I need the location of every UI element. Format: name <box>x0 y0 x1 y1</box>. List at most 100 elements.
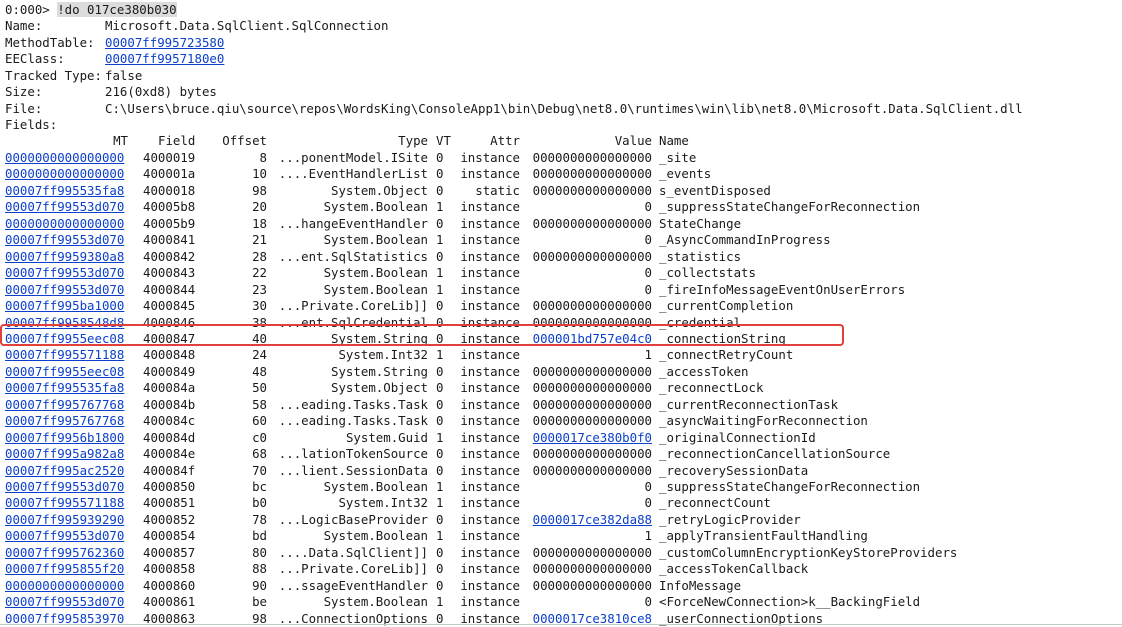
field-mt-link[interactable]: 00007ff99553d070 <box>5 232 124 248</box>
field-mt-link[interactable]: 00007ff9955eec08 <box>5 364 124 380</box>
table-row: 00007ff995767768 400084b 58 ...eading.Tasks… <box>0 397 1122 413</box>
field-mt-link[interactable]: 00007ff9958548d8 <box>5 315 124 331</box>
field-value[interactable]: 0000017ce380b0f0 <box>527 430 652 446</box>
debugger-console[interactable]: 0:000> !do 017ce380b030 Name: Microsoft.D… <box>0 0 1122 627</box>
field-offset: 23 <box>252 281 267 297</box>
table-row: 00007ff995571188 4000848 24 System.Int32 1 in… <box>0 347 1122 363</box>
field-value[interactable]: 000001bd757e04c0 <box>527 331 652 347</box>
info-label: EEClass: <box>5 51 65 66</box>
field-token: 400084c <box>143 413 196 429</box>
field-vt: 1 <box>436 528 444 544</box>
field-vt: 1 <box>436 495 444 511</box>
field-mt-link[interactable]: 00007ff995767768 <box>5 413 124 429</box>
field-mt-link[interactable]: 00007ff9956b1800 <box>5 430 124 446</box>
field-mt-link[interactable]: 00007ff995571188 <box>5 347 124 363</box>
info-value: C:\Users\bruce.qiu\source\repos\WordsKin… <box>105 100 1023 116</box>
field-name: _currentCompletion <box>659 298 794 314</box>
field-attr: instance <box>460 544 520 560</box>
field-offset: 22 <box>252 265 267 281</box>
command-text[interactable]: !do 017ce380b030 <box>57 2 177 17</box>
field-mt-link[interactable]: 0000000000000000 <box>5 216 124 232</box>
field-offset: 68 <box>252 446 267 462</box>
field-type: System.Boolean <box>323 594 428 610</box>
field-token: 4000860 <box>143 577 196 593</box>
field-mt-link[interactable]: 00007ff995ac2520 <box>5 463 124 479</box>
table-row: 00007ff995939290 4000852 78 ...LogicBasePro… <box>0 512 1122 528</box>
field-value: 0000000000000000 <box>532 380 652 396</box>
field-mt-link[interactable]: 00007ff9955eec08 <box>5 331 124 347</box>
table-row: 0000000000000000 400001a 10 ....EventHandle… <box>0 166 1122 182</box>
header-mt: MT <box>113 133 128 148</box>
field-mt-link[interactable]: 00007ff995767768 <box>5 397 124 413</box>
field-vt: 1 <box>436 347 444 363</box>
field-attr: instance <box>460 150 520 165</box>
field-mt-link[interactable]: 0000000000000000 <box>5 578 124 594</box>
field-type: ...ssageEventHandler <box>278 577 428 593</box>
field-type: ...ent.SqlCredential <box>278 314 428 330</box>
field-vt: 1 <box>436 429 444 445</box>
field-offset: 90 <box>252 577 267 593</box>
field-value: 0 <box>644 281 652 297</box>
field-vt: 0 <box>436 577 444 593</box>
field-token: 4000019 <box>143 150 196 165</box>
field-value: 0000000000000000 <box>532 166 652 182</box>
field-offset: 8 <box>259 150 267 165</box>
field-offset: 24 <box>252 347 267 363</box>
field-attr: instance <box>460 199 520 215</box>
field-value: 0000000000000000 <box>532 215 652 231</box>
field-offset: 30 <box>252 298 267 314</box>
table-row: 00007ff9955eec08 4000849 48 System.String 0 i… <box>0 364 1122 380</box>
field-type: System.Int32 <box>338 347 428 363</box>
info-line: Tracked Type: false <box>5 68 142 84</box>
table-row: 00007ff995855f20 4000858 88 ...Private.Core… <box>0 561 1122 577</box>
info-value-link[interactable]: 00007ff995723580 <box>105 35 224 50</box>
field-mt-link[interactable]: 00007ff995535fa8 <box>5 380 124 396</box>
field-value: 0000000000000000 <box>532 248 652 264</box>
field-vt: 0 <box>436 462 444 478</box>
field-mt-link[interactable]: 0000000000000000 <box>5 166 124 182</box>
field-mt-link[interactable]: 00007ff99553d070 <box>5 199 124 215</box>
field-name: _currentReconnectionTask <box>659 396 839 412</box>
table-row: 0000000000000000 40005b9 18 ...hangeEventHa… <box>0 216 1122 232</box>
table-row: 00007ff99553d070 4000850 bc System.Boolean 1… <box>0 479 1122 495</box>
field-type: System.Boolean <box>323 281 428 297</box>
field-name: _recoverySessionData <box>659 462 809 478</box>
field-mt-link[interactable]: 00007ff995571188 <box>5 495 124 511</box>
field-value: 0000000000000000 <box>532 561 652 577</box>
field-vt: 0 <box>436 215 444 231</box>
info-value-link[interactable]: 00007ff9957180e0 <box>105 51 224 66</box>
field-mt-link[interactable]: 00007ff995762360 <box>5 545 124 561</box>
field-vt: 0 <box>436 561 444 577</box>
info-value: 216(0xd8) bytes <box>105 84 217 99</box>
field-mt-link[interactable]: 0000000000000000 <box>5 150 124 166</box>
field-value: 0000000000000000 <box>532 544 652 560</box>
field-name: InfoMessage <box>659 577 742 593</box>
field-attr: instance <box>460 528 520 544</box>
field-token: 400084d <box>143 429 196 445</box>
command-line[interactable]: 0:000> !do 017ce380b030 <box>5 2 177 18</box>
field-mt-link[interactable]: 00007ff99553d070 <box>5 479 124 495</box>
field-mt-link[interactable]: 00007ff9959380a8 <box>5 249 124 265</box>
field-offset: b0 <box>252 495 267 511</box>
table-row: 00007ff995ba1000 4000845 30 ...Private.Core… <box>0 298 1122 314</box>
field-mt-link[interactable]: 00007ff995855f20 <box>5 561 124 577</box>
field-value[interactable]: 0000017ce382da88 <box>527 512 652 528</box>
field-mt-link[interactable]: 00007ff99553d070 <box>5 265 124 281</box>
field-mt-link[interactable]: 00007ff99553d070 <box>5 282 124 298</box>
table-row: 00007ff99553d070 4000841 21 System.Boolean 1… <box>0 232 1122 248</box>
field-mt-link[interactable]: 00007ff995535fa8 <box>5 183 124 199</box>
table-row: 0000000000000000 4000860 90 ...ssageEventHa… <box>0 578 1122 594</box>
header-field: Field <box>158 133 196 148</box>
field-mt-link[interactable]: 00007ff99553d070 <box>5 594 124 610</box>
field-type: ...LogicBaseProvider <box>278 511 428 527</box>
field-offset: 98 <box>252 182 267 198</box>
info-line: Name: Microsoft.Data.SqlClient.SqlConnect… <box>5 18 388 34</box>
field-value: 0 <box>644 199 652 215</box>
info-line: Size: 216(0xd8) bytes <box>5 84 217 100</box>
field-mt-link[interactable]: 00007ff995939290 <box>5 512 124 528</box>
info-label: MethodTable: <box>5 34 95 50</box>
field-mt-link[interactable]: 00007ff995a982a8 <box>5 446 124 462</box>
field-mt-link[interactable]: 00007ff99553d070 <box>5 528 124 544</box>
field-token: 400001a <box>143 166 196 182</box>
field-mt-link[interactable]: 00007ff995ba1000 <box>5 298 124 314</box>
